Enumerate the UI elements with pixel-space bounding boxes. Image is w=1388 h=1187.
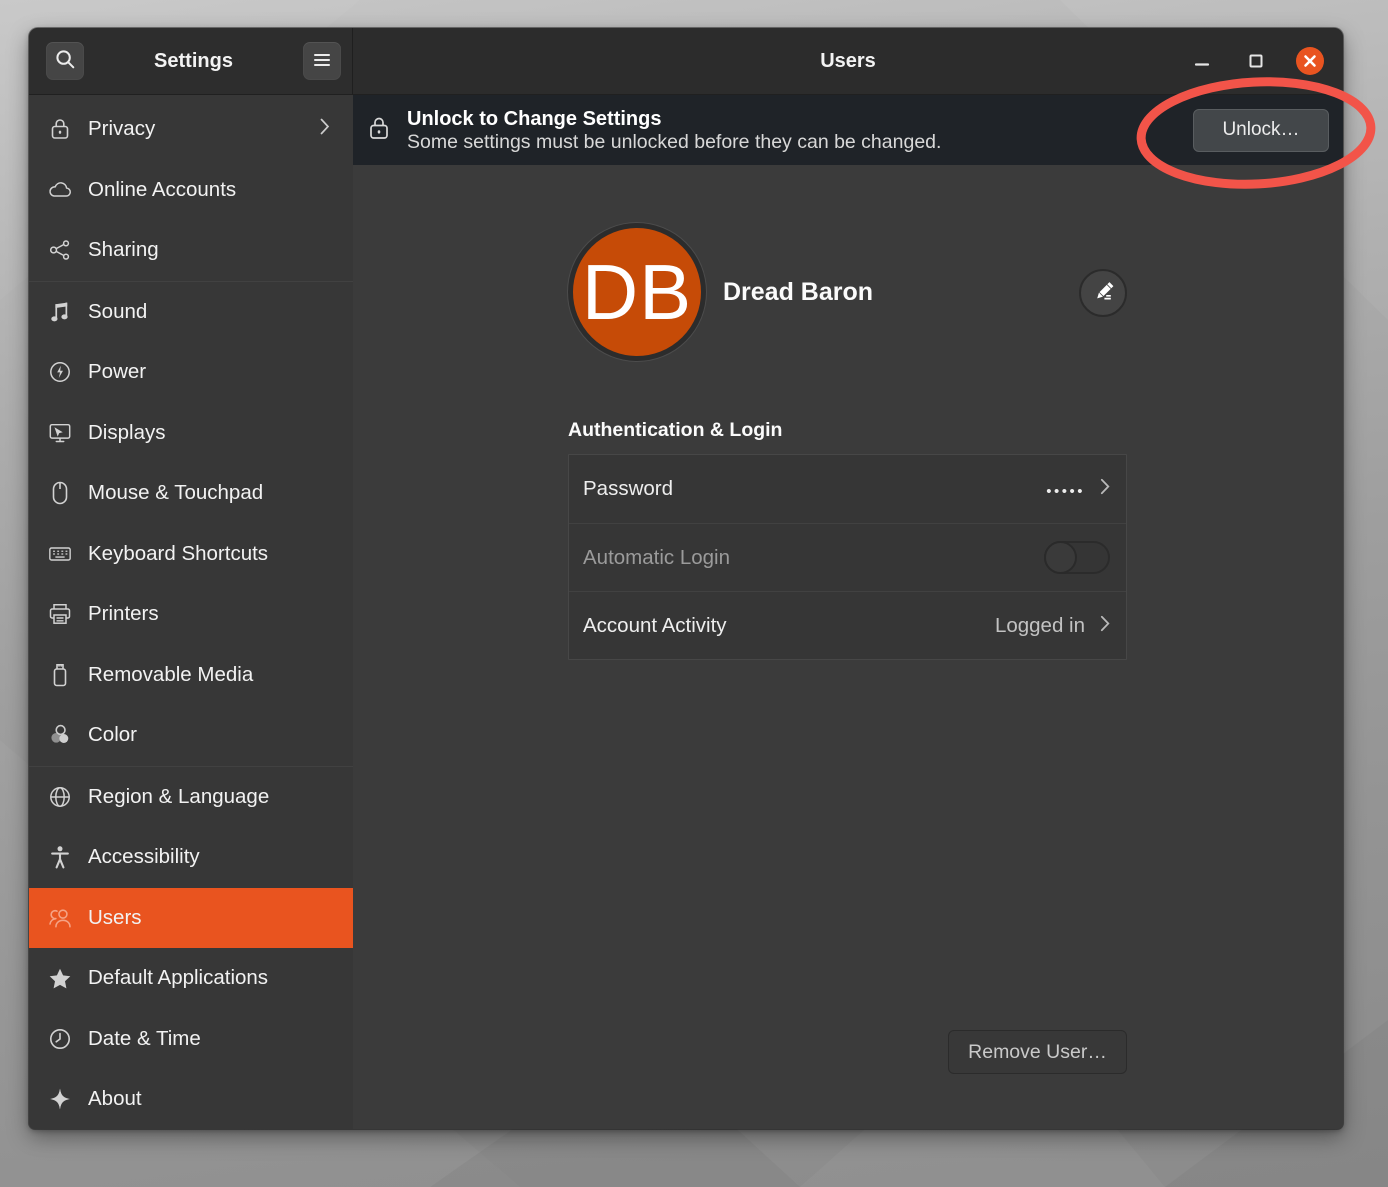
search-button[interactable]	[46, 42, 84, 80]
pencil-icon	[1090, 279, 1116, 308]
globe-icon	[48, 785, 72, 809]
sidebar-item-label: Privacy	[88, 117, 155, 141]
sidebar-item-displays[interactable]: Displays	[29, 403, 353, 464]
lock-icon	[48, 117, 72, 141]
sidebar-header: Settings	[29, 28, 353, 95]
automatic-login-toggle[interactable]	[1044, 541, 1110, 574]
power-icon	[48, 360, 72, 384]
password-row[interactable]: Password •••••	[569, 455, 1126, 523]
automatic-login-row: Automatic Login	[569, 523, 1126, 591]
users-panel: DB Dread Baron Authentication & Login	[353, 165, 1343, 1129]
chevron-right-icon	[1100, 478, 1110, 500]
sidebar-item-users[interactable]: Users	[29, 888, 353, 949]
sidebar-item-label: Power	[88, 360, 146, 384]
sidebar-item-label: Keyboard Shortcuts	[88, 542, 268, 566]
sidebar-item-date-time[interactable]: Date & Time	[29, 1009, 353, 1070]
settings-window: Settings Privacy Online Accounts Sharing So…	[29, 28, 1343, 1129]
menu-button[interactable]	[303, 42, 341, 80]
avatar-initials: DB	[582, 253, 692, 331]
account-activity-row[interactable]: Account Activity Logged in	[569, 591, 1126, 659]
cloud-icon	[48, 178, 72, 202]
close-button[interactable]	[1296, 47, 1324, 75]
sidebar-item-label: Region & Language	[88, 785, 269, 809]
sidebar-item-keyboard-shortcuts[interactable]: Keyboard Shortcuts	[29, 524, 353, 585]
infobar-title: Unlock to Change Settings	[407, 107, 941, 131]
usb-drive-icon	[48, 663, 72, 687]
sidebar-item-label: Displays	[88, 421, 165, 445]
sidebar-item-privacy[interactable]: Privacy	[29, 99, 353, 160]
sidebar-item-sound[interactable]: Sound	[29, 282, 353, 343]
main-pane: Users Un	[353, 28, 1343, 1129]
sidebar-item-label: Mouse & Touchpad	[88, 481, 263, 505]
edit-name-button[interactable]	[1079, 269, 1127, 317]
account-activity-value: Logged in	[995, 614, 1085, 638]
sidebar-item-sharing[interactable]: Sharing	[29, 220, 353, 281]
sidebar-item-label: About	[88, 1087, 142, 1111]
unlock-infobar: Unlock to Change Settings Some settings …	[353, 95, 1343, 165]
share-icon	[48, 238, 72, 262]
display-icon	[48, 421, 72, 445]
sidebar-item-printers[interactable]: Printers	[29, 584, 353, 645]
sidebar-item-default-applications[interactable]: Default Applications	[29, 948, 353, 1009]
sparkle-icon	[48, 1087, 72, 1111]
sidebar-item-label: Online Accounts	[88, 178, 236, 202]
infobar-subtitle: Some settings must be unlocked before th…	[407, 131, 941, 154]
hamburger-menu-icon	[313, 53, 331, 70]
sidebar-item-label: Removable Media	[88, 663, 253, 687]
mouse-icon	[48, 481, 72, 505]
sidebar-item-color[interactable]: Color	[29, 705, 353, 766]
maximize-icon	[1248, 53, 1264, 69]
music-note-icon	[48, 300, 72, 324]
sidebar-item-mouse-touchpad[interactable]: Mouse & Touchpad	[29, 463, 353, 524]
sidebar-item-online-accounts[interactable]: Online Accounts	[29, 160, 353, 221]
sidebar-item-region-language[interactable]: Region & Language	[29, 767, 353, 828]
toggle-knob	[1044, 541, 1077, 574]
lock-icon	[367, 115, 391, 146]
page-title: Users	[820, 50, 876, 73]
sidebar-item-about[interactable]: About	[29, 1069, 353, 1129]
sidebar-item-label: Accessibility	[88, 845, 200, 869]
maximize-button[interactable]	[1242, 47, 1270, 75]
minimize-icon	[1194, 53, 1210, 69]
user-full-name: Dread Baron	[723, 278, 873, 307]
star-icon	[48, 966, 72, 990]
user-avatar[interactable]: DB	[568, 223, 706, 361]
sidebar-item-label: Default Applications	[88, 966, 268, 990]
search-icon	[55, 49, 76, 73]
window-controls	[1188, 28, 1324, 94]
color-icon	[48, 723, 72, 747]
sidebar-item-label: Sharing	[88, 238, 159, 262]
sidebar-item-label: Sound	[88, 300, 147, 324]
keyboard-icon	[48, 542, 72, 566]
unlock-button[interactable]: Unlock…	[1193, 109, 1329, 152]
auth-section-heading: Authentication & Login	[568, 419, 782, 442]
sidebar-item-removable-media[interactable]: Removable Media	[29, 645, 353, 706]
sidebar-item-power[interactable]: Power	[29, 342, 353, 403]
password-label: Password	[583, 477, 673, 501]
infobar-text: Unlock to Change Settings Some settings …	[407, 107, 941, 154]
app-title: Settings	[84, 50, 303, 73]
remove-user-button[interactable]: Remove User…	[948, 1030, 1127, 1074]
account-activity-label: Account Activity	[583, 614, 727, 638]
sidebar-item-label: Printers	[88, 602, 159, 626]
sidebar-item-label: Date & Time	[88, 1027, 201, 1051]
sidebar: Settings Privacy Online Accounts Sharing So…	[29, 28, 353, 1129]
auth-list: Password ••••• Automatic Login Acc	[568, 454, 1127, 660]
close-icon	[1303, 54, 1317, 68]
minimize-button[interactable]	[1188, 47, 1216, 75]
users-icon	[48, 906, 72, 930]
sidebar-list: Privacy Online Accounts Sharing Sound Power D…	[29, 95, 353, 1129]
chevron-right-icon	[320, 117, 330, 141]
headerbar: Users	[353, 28, 1343, 95]
sidebar-item-accessibility[interactable]: Accessibility	[29, 827, 353, 888]
sidebar-item-label: Users	[88, 906, 142, 930]
automatic-login-label: Automatic Login	[583, 546, 730, 570]
printer-icon	[48, 602, 72, 626]
clock-icon	[48, 1027, 72, 1051]
password-dots: •••••	[1046, 479, 1085, 500]
chevron-right-icon	[1100, 615, 1110, 637]
accessibility-icon	[48, 845, 72, 869]
sidebar-item-label: Color	[88, 723, 137, 747]
